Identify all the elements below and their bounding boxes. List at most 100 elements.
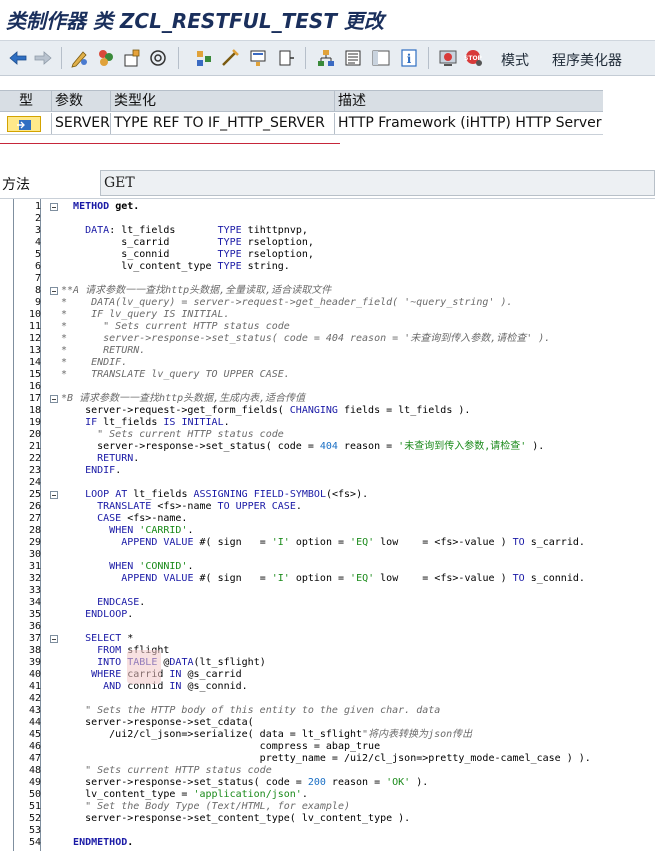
line-number: 24 <box>28 477 41 488</box>
column-header-parameter[interactable]: 参数 <box>52 91 111 112</box>
code-line[interactable]: 34 ENDCASE. <box>0 597 655 609</box>
column-header-description[interactable]: 描述 <box>335 91 603 112</box>
code-line[interactable]: 3 DATA: lt_fields TYPE tihttpnvp, <box>0 225 655 237</box>
code-line[interactable]: 4 s_carrid TYPE rseloption, <box>0 237 655 249</box>
code-line[interactable]: 53 <box>0 825 655 837</box>
code-line[interactable]: 38 FROM sflight <box>0 645 655 657</box>
code-line[interactable]: 26 TRANSLATE <fs>-name TO UPPER CASE. <box>0 501 655 513</box>
mode-button[interactable]: 模式 <box>501 50 529 70</box>
line-number: 19 <box>28 417 41 428</box>
code-line[interactable]: 40 WHERE carrid IN @s_carrid <box>0 669 655 681</box>
typing-cell[interactable]: TYPE REF TO IF_HTTP_SERVER <box>111 113 335 134</box>
code-line[interactable]: 43 " Sets the HTTP body of this entity t… <box>0 705 655 717</box>
code-line[interactable]: 2 <box>0 213 655 225</box>
code-text: **A 请求参数一一查找http头数据,全量读取,适合读取文件 <box>61 285 332 296</box>
code-line[interactable]: 19 IF lt_fields IS INITIAL. <box>0 417 655 429</box>
pretty-printer-button[interactable]: 程序美化器 <box>552 50 622 70</box>
code-line[interactable]: 12 * server->response->set_status( code =… <box>0 333 655 345</box>
line-number: 44 <box>28 717 41 728</box>
description-cell[interactable]: HTTP Framework (iHTTP) HTTP Server <box>335 113 603 134</box>
table-row[interactable]: SERVER TYPE REF TO IF_HTTP_SERVER HTTP F… <box>0 113 603 135</box>
code-line[interactable]: 11 * " Sets current HTTP status code <box>0 321 655 333</box>
code-line[interactable]: 30 <box>0 549 655 561</box>
code-line[interactable]: 50 lv_content_type = 'application/json'. <box>0 789 655 801</box>
line-number: 3 <box>34 225 41 236</box>
line-number: 37 <box>28 633 41 644</box>
code-line[interactable]: 10 * IF lv_query IS INITIAL. <box>0 309 655 321</box>
navigate-icon[interactable] <box>220 48 240 68</box>
line-number: 7 <box>34 273 41 284</box>
fold-toggle-icon[interactable] <box>50 491 58 499</box>
fold-toggle-icon[interactable] <box>50 395 58 403</box>
code-line[interactable]: 25 LOOP AT lt_fields ASSIGNING FIELD-SYM… <box>0 489 655 501</box>
code-line[interactable]: 20 " Sets current HTTP status code <box>0 429 655 441</box>
code-line[interactable]: 15 * TRANSLATE lv_query TO UPPER CASE. <box>0 369 655 381</box>
code-line[interactable]: 51 " Set the Body Type (Text/HTML, for e… <box>0 801 655 813</box>
code-line[interactable]: 7 <box>0 273 655 285</box>
fold-toggle-icon[interactable] <box>50 287 58 295</box>
code-line[interactable]: 37 SELECT * <box>0 633 655 645</box>
code-line[interactable]: 39 INTO TABLE @DATA(lt_sflight) <box>0 657 655 669</box>
code-line[interactable]: 36 <box>0 621 655 633</box>
code-line[interactable]: 5 s_connid TYPE rseloption, <box>0 249 655 261</box>
code-line[interactable]: 1 METHOD get. <box>0 201 655 213</box>
code-line[interactable]: 45 /ui2/cl_json=>serialize( data = lt_sf… <box>0 729 655 741</box>
layout-icon[interactable] <box>371 48 391 68</box>
code-line[interactable]: 9 * DATA(lv_query) = server->request->get… <box>0 297 655 309</box>
column-header-type[interactable]: 型 <box>0 91 52 112</box>
hierarchy-icon[interactable] <box>316 48 336 68</box>
column-header-typing[interactable]: 类型化 <box>111 91 335 112</box>
fold-toggle-icon[interactable] <box>50 635 58 643</box>
code-line[interactable]: 52 server->response->set_content_type( l… <box>0 813 655 825</box>
code-line[interactable]: 14 * ENDIF. <box>0 357 655 369</box>
code-line[interactable]: 46 compress = abap_true <box>0 741 655 753</box>
forward-icon[interactable] <box>33 48 53 68</box>
code-editor[interactable]: 1 METHOD get. 2 3 DATA: lt_fields TYPE tih… <box>0 198 655 851</box>
display-object-list-icon[interactable] <box>248 48 268 68</box>
fold-toggle-icon[interactable] <box>50 203 58 211</box>
activate-icon[interactable] <box>122 48 142 68</box>
code-line[interactable]: 54 ENDMETHOD. <box>0 837 655 849</box>
print-icon[interactable] <box>343 48 363 68</box>
code-line[interactable]: 29 APPEND VALUE #( sign = 'I' option = '… <box>0 537 655 549</box>
code-line[interactable]: 8 **A 请求参数一一查找http头数据,全量读取,适合读取文件 <box>0 285 655 297</box>
code-text: s_connid TYPE rseloption, <box>61 249 314 260</box>
code-line[interactable]: 33 <box>0 585 655 597</box>
where-used-icon[interactable] <box>148 48 168 68</box>
line-number: 10 <box>28 309 41 320</box>
code-line[interactable]: 21 server->response->set_status( code = … <box>0 441 655 453</box>
code-line[interactable]: 44 server->response->set_cdata( <box>0 717 655 729</box>
toggle-display-change-icon[interactable] <box>70 48 90 68</box>
parameter-type-cell[interactable] <box>0 113 52 134</box>
code-line[interactable]: 22 RETURN. <box>0 453 655 465</box>
code-line[interactable]: 41 AND connid IN @s_connid. <box>0 681 655 693</box>
code-line[interactable]: 35 ENDLOOP. <box>0 609 655 621</box>
help-icon[interactable] <box>438 48 458 68</box>
stop-icon[interactable]: STOP <box>464 48 484 68</box>
code-line[interactable]: 31 WHEN 'CONNID'. <box>0 561 655 573</box>
code-line[interactable]: 13 * RETURN. <box>0 345 655 357</box>
code-line[interactable]: 23 ENDIF. <box>0 465 655 477</box>
back-icon[interactable] <box>8 48 28 68</box>
code-line[interactable]: 32 APPEND VALUE #( sign = 'I' option = '… <box>0 573 655 585</box>
method-input[interactable]: GET <box>100 170 655 196</box>
code-line[interactable]: 17 *B 请求参数一一查找http头数据,生成内表,适合传值 <box>0 393 655 405</box>
check-object-icon[interactable] <box>96 48 116 68</box>
search-watermark-icon <box>127 650 161 684</box>
code-line[interactable]: 28 WHEN 'CARRID'. <box>0 525 655 537</box>
code-line[interactable]: 24 <box>0 477 655 489</box>
code-line[interactable]: 48 " Sets current HTTP status code <box>0 765 655 777</box>
object-list-icon[interactable] <box>194 48 214 68</box>
info-icon[interactable]: i <box>399 48 419 68</box>
code-line[interactable]: 6 lv_content_type TYPE string. <box>0 261 655 273</box>
code-line[interactable]: 42 <box>0 693 655 705</box>
code-line[interactable]: 27 CASE <fs>-name. <box>0 513 655 525</box>
line-number: 23 <box>28 465 41 476</box>
code-line[interactable]: 49 server->response->set_status( code = … <box>0 777 655 789</box>
find-icon[interactable] <box>276 48 296 68</box>
code-line[interactable]: 18 server->request->get_form_fields( CHA… <box>0 405 655 417</box>
code-line[interactable]: 47 pretty_name = /ui2/cl_json=>pretty_mo… <box>0 753 655 765</box>
parameter-name-cell[interactable]: SERVER <box>52 113 111 134</box>
code-line[interactable]: 16 <box>0 381 655 393</box>
code-text: " Sets current HTTP status code <box>61 429 284 440</box>
